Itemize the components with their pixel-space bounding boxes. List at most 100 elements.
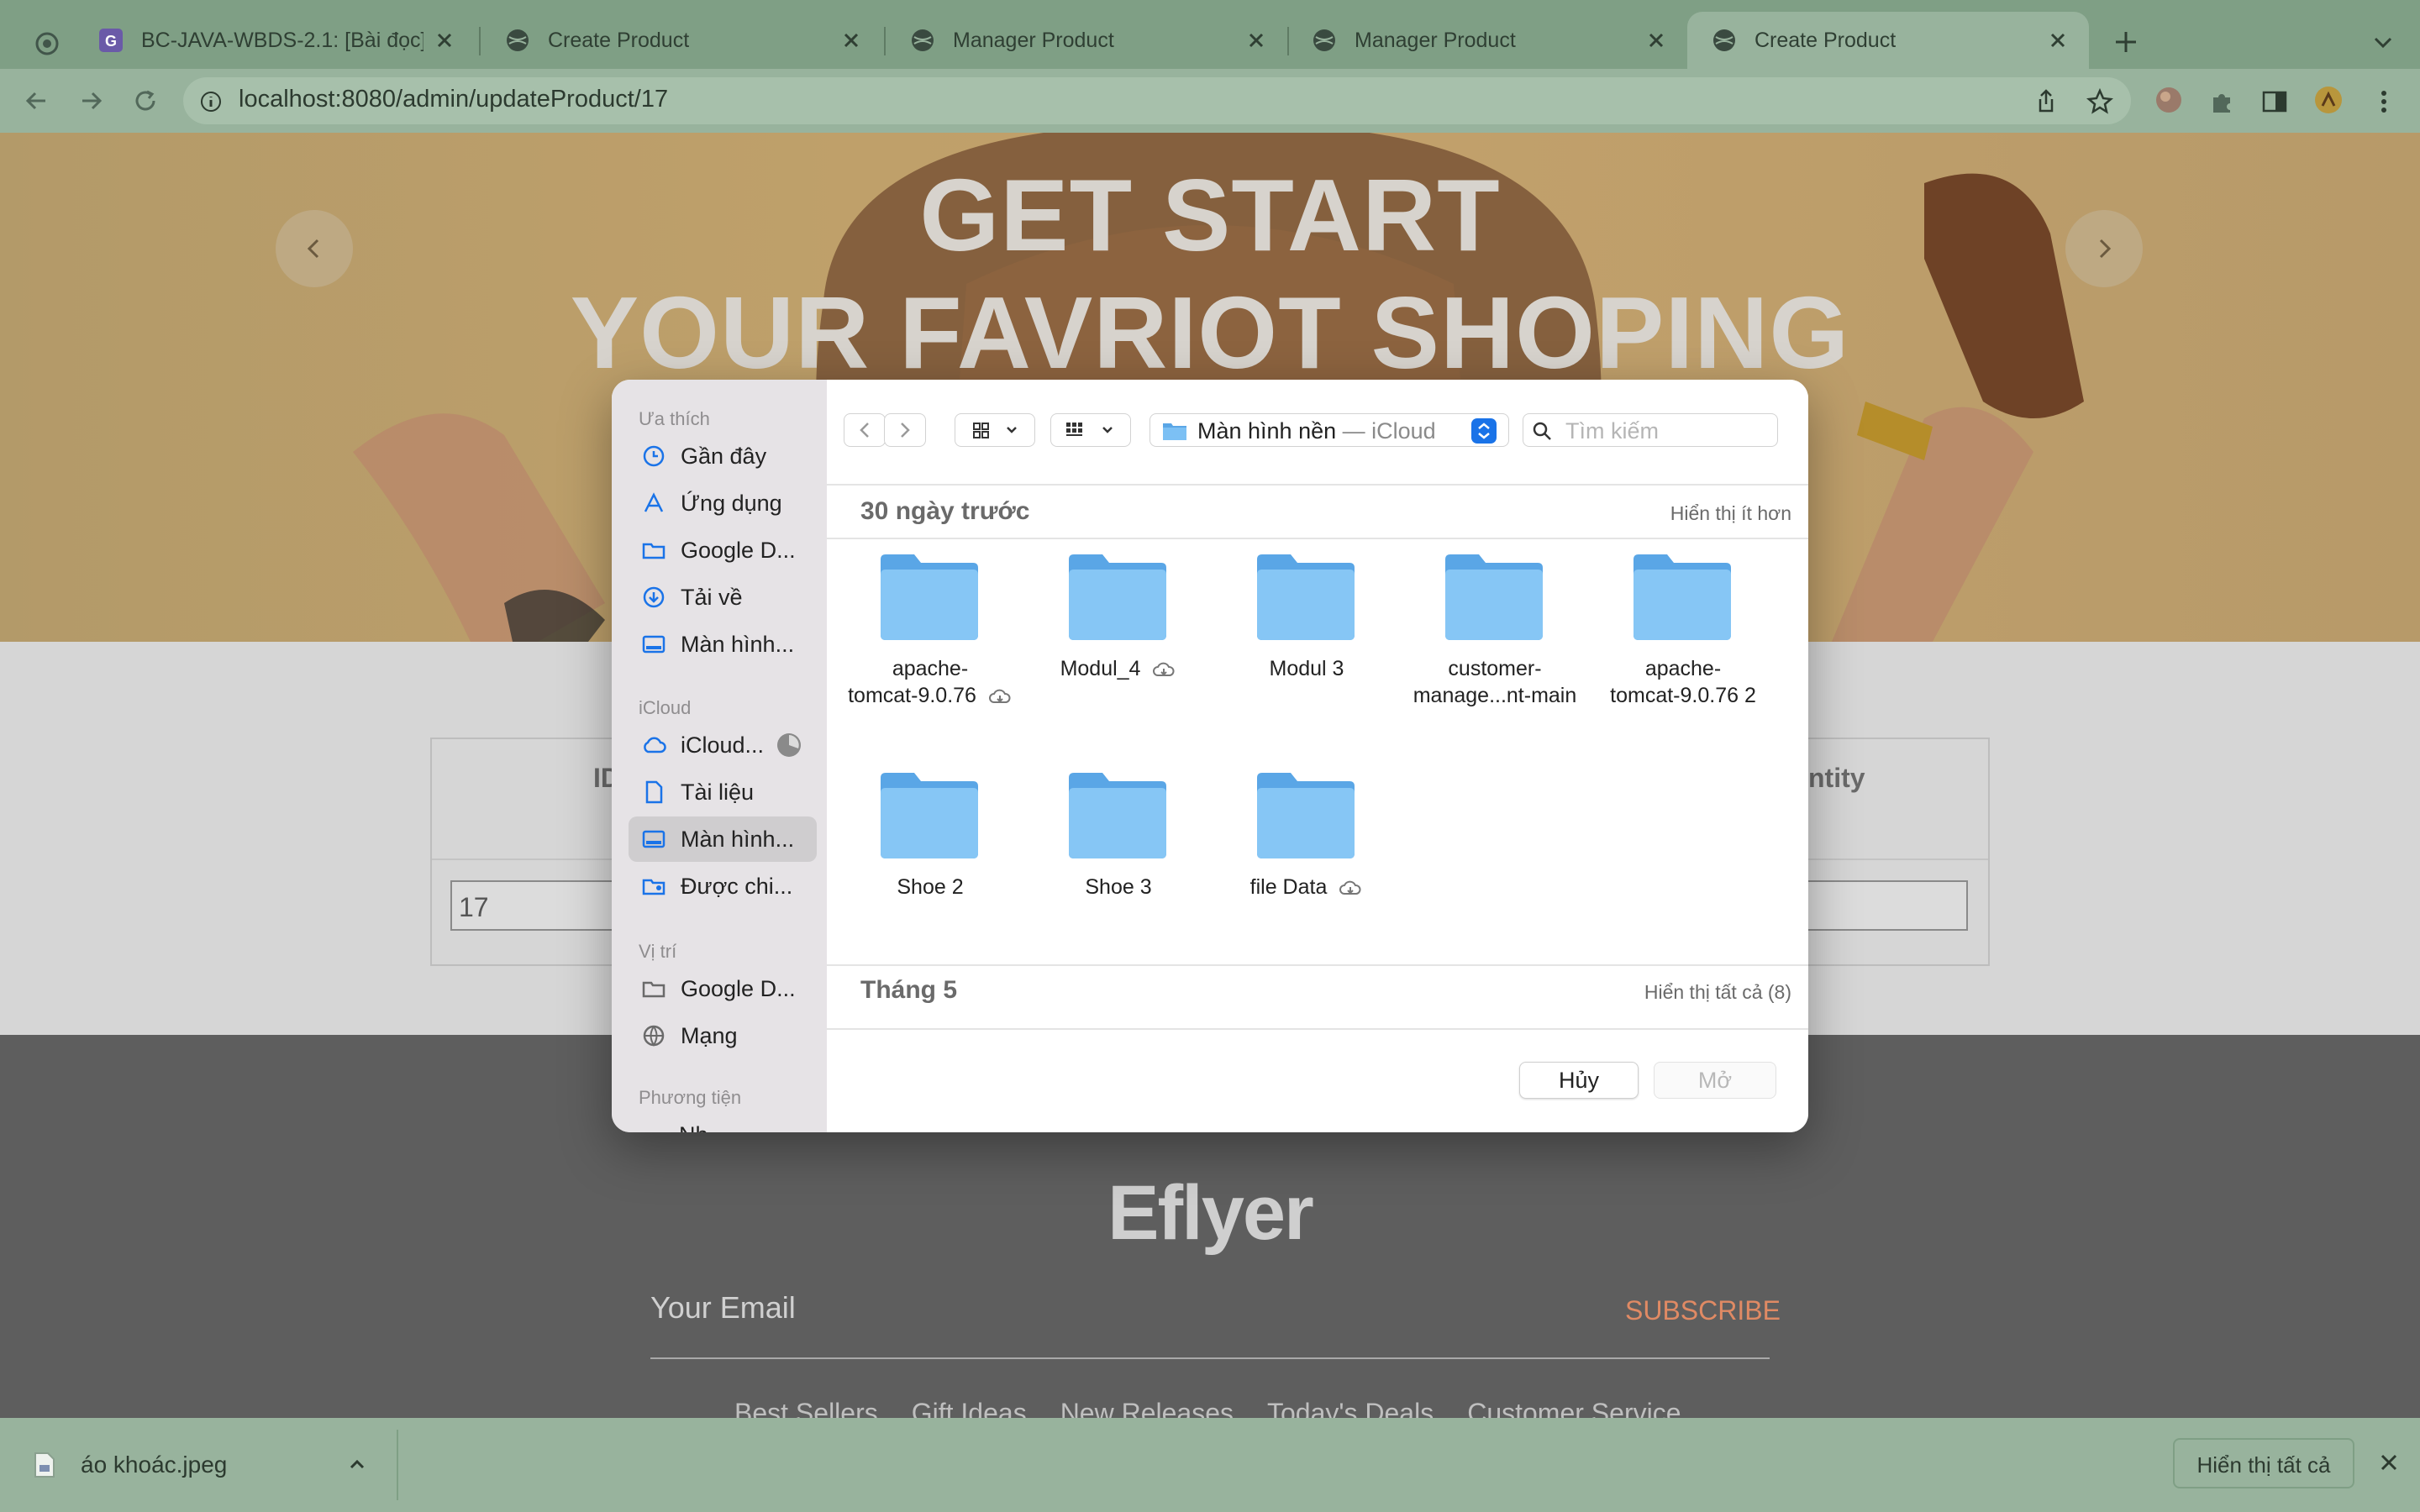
folder-icon <box>1445 554 1543 640</box>
sidebar-item-label: Nh... <box>679 1122 727 1132</box>
email-input[interactable]: Your Email <box>650 1290 796 1326</box>
folder-icon <box>1069 554 1166 640</box>
show-less-link[interactable]: Hiển thị ít hơn <box>1637 502 1791 525</box>
media-header: Phương tiện <box>639 1087 742 1108</box>
nav-forward-button[interactable] <box>884 413 926 447</box>
sidebar-item-media-partial[interactable]: Nh... <box>640 1119 808 1132</box>
show-all-link[interactable]: Hiển thị tất cả (8) <box>1556 981 1791 1004</box>
tab-label: Create Product <box>548 28 690 52</box>
tab-bc-java[interactable]: G BC-JAVA-WBDS-2.1: [Bài đọc] <box>74 12 476 69</box>
desktop-icon <box>642 830 666 848</box>
download-item[interactable]: áo khoác.jpeg <box>0 1418 395 1512</box>
section-title: 30 ngày trước <box>860 497 1030 525</box>
sidebar-item-desktop[interactable]: Màn hình... <box>629 622 817 667</box>
cloud-download-icon <box>988 689 1011 704</box>
sidebar-item-applications[interactable]: Ứng dụng <box>629 480 817 526</box>
sidebar-item-label: Màn hình... <box>681 631 795 657</box>
url-text[interactable]: localhost:8080/admin/updateProduct/17 <box>239 86 668 113</box>
site-info-icon[interactable] <box>198 89 224 114</box>
nav-back-button[interactable] <box>844 413 886 447</box>
subscribe-button[interactable]: SUBSCRIBE <box>1625 1295 1781 1326</box>
extension-avatar-icon[interactable] <box>2153 84 2185 116</box>
location-stepper-icon <box>1471 418 1497 444</box>
sidebar-item-icloud-drive[interactable]: iCloud... <box>629 722 817 768</box>
download-icon <box>643 586 665 608</box>
tab-label: BC-JAVA-WBDS-2.1: [Bài đọc] <box>141 28 424 52</box>
sidebar-item-recents[interactable]: Gần đây <box>629 433 817 479</box>
chevron-up-icon[interactable] <box>345 1452 370 1477</box>
applications-icon <box>644 492 664 512</box>
footer-logo: Eflyer <box>1107 1170 1314 1256</box>
close-icon[interactable] <box>839 28 864 53</box>
side-panel-icon[interactable] <box>2259 86 2291 118</box>
close-icon[interactable] <box>2045 28 2070 53</box>
search-placeholder: Tìm kiếm <box>1565 418 1659 444</box>
tab-manager-product[interactable]: Manager Product <box>886 12 1287 69</box>
new-tab-button[interactable] <box>2109 25 2143 59</box>
close-icon[interactable] <box>1244 28 1269 53</box>
open-button[interactable]: Mở <box>1654 1062 1776 1099</box>
tab-manager-product-2[interactable]: Manager Product <box>1287 12 1687 69</box>
location-popup[interactable]: Màn hình nền — iCloud <box>1150 413 1509 447</box>
sidebar-item-documents[interactable]: Tài liệu <box>629 769 817 815</box>
sidebar-item-google-drive-location[interactable]: Google D... <box>629 966 817 1011</box>
folder-item[interactable]: customer-manage...nt-main <box>1407 546 1583 756</box>
cloud-download-icon <box>1153 662 1175 677</box>
folder-name: apache-tomcat-9.0.76 <box>842 655 1018 709</box>
folder-icon <box>1069 773 1166 858</box>
folder-icon <box>881 554 978 640</box>
tab-search-icon[interactable] <box>32 29 62 59</box>
bookmark-star-icon[interactable] <box>2084 86 2116 118</box>
search-field[interactable]: Tìm kiếm <box>1523 413 1778 447</box>
network-globe-icon <box>643 1025 665 1047</box>
close-downloads-icon[interactable] <box>2375 1448 2403 1477</box>
profile-avatar[interactable] <box>2312 84 2344 116</box>
carousel-next-button[interactable] <box>2065 210 2143 287</box>
share-icon[interactable] <box>2030 86 2062 118</box>
puzzle-icon[interactable] <box>2207 86 2238 118</box>
carousel-prev-button[interactable] <box>276 210 353 287</box>
back-arrow-icon[interactable] <box>20 85 52 117</box>
sidebar-item-google-drive[interactable]: Google D... <box>629 528 817 573</box>
more-menu-icon[interactable] <box>2368 86 2400 118</box>
tab-list-chevron-icon[interactable] <box>2368 27 2398 57</box>
tab-label: Manager Product <box>953 28 1114 52</box>
folder-item[interactable]: Shoe 3 <box>1030 764 1207 916</box>
folder-icon <box>1257 773 1355 858</box>
folder-item[interactable]: Shoe 2 <box>842 764 1018 916</box>
folder-item[interactable]: Modul_4 <box>1030 546 1207 756</box>
desktop-icon <box>642 635 666 654</box>
cancel-button[interactable]: Hủy <box>1519 1062 1639 1099</box>
show-all-downloads-button[interactable]: Hiển thị tất cả <box>2173 1438 2354 1488</box>
folder-item[interactable]: Modul 3 <box>1218 546 1395 756</box>
tab-create-product-active[interactable]: Create Product <box>1687 12 2089 69</box>
view-mode-button[interactable] <box>955 413 1035 447</box>
downloads-divider <box>397 1430 398 1500</box>
shared-folder-icon <box>642 879 666 895</box>
quantity-input[interactable] <box>1807 880 1968 931</box>
folder-icon <box>642 981 666 998</box>
close-icon[interactable] <box>432 28 457 53</box>
forward-arrow-icon[interactable] <box>76 85 108 117</box>
dialog-sidebar: Ưa thích Gần đây Ứng dụng Google D... Tả… <box>612 380 827 1132</box>
group-by-button[interactable] <box>1050 413 1131 447</box>
tab-create-product[interactable]: Create Product <box>481 12 882 69</box>
folder-item[interactable]: file Data <box>1218 764 1395 916</box>
reload-icon[interactable] <box>129 85 161 117</box>
sidebar-item-icloud-desktop[interactable]: Màn hình... <box>629 816 817 862</box>
folder-icon <box>642 543 666 559</box>
folder-item[interactable]: apache-tomcat-9.0.76 2 <box>1595 546 1771 756</box>
locations-header: Vị trí <box>639 941 677 962</box>
folder-item[interactable]: apache-tomcat-9.0.76 <box>842 546 1018 756</box>
sidebar-item-label: Tải về <box>681 584 743 610</box>
product-id-input[interactable]: 17 <box>450 880 618 931</box>
sidebar-item-shared[interactable]: Được chi... <box>629 864 817 909</box>
tab-label: Manager Product <box>1355 28 1516 52</box>
globe-icon <box>1713 29 1735 51</box>
sidebar-item-downloads[interactable]: Tải về <box>629 575 817 620</box>
sidebar-item-label: Ứng dụng <box>681 490 782 516</box>
sidebar-item-network[interactable]: Mạng <box>629 1013 817 1058</box>
download-filename: áo khoác.jpeg <box>81 1452 228 1478</box>
close-icon[interactable] <box>1644 28 1669 53</box>
product-id-value: 17 <box>459 892 489 922</box>
